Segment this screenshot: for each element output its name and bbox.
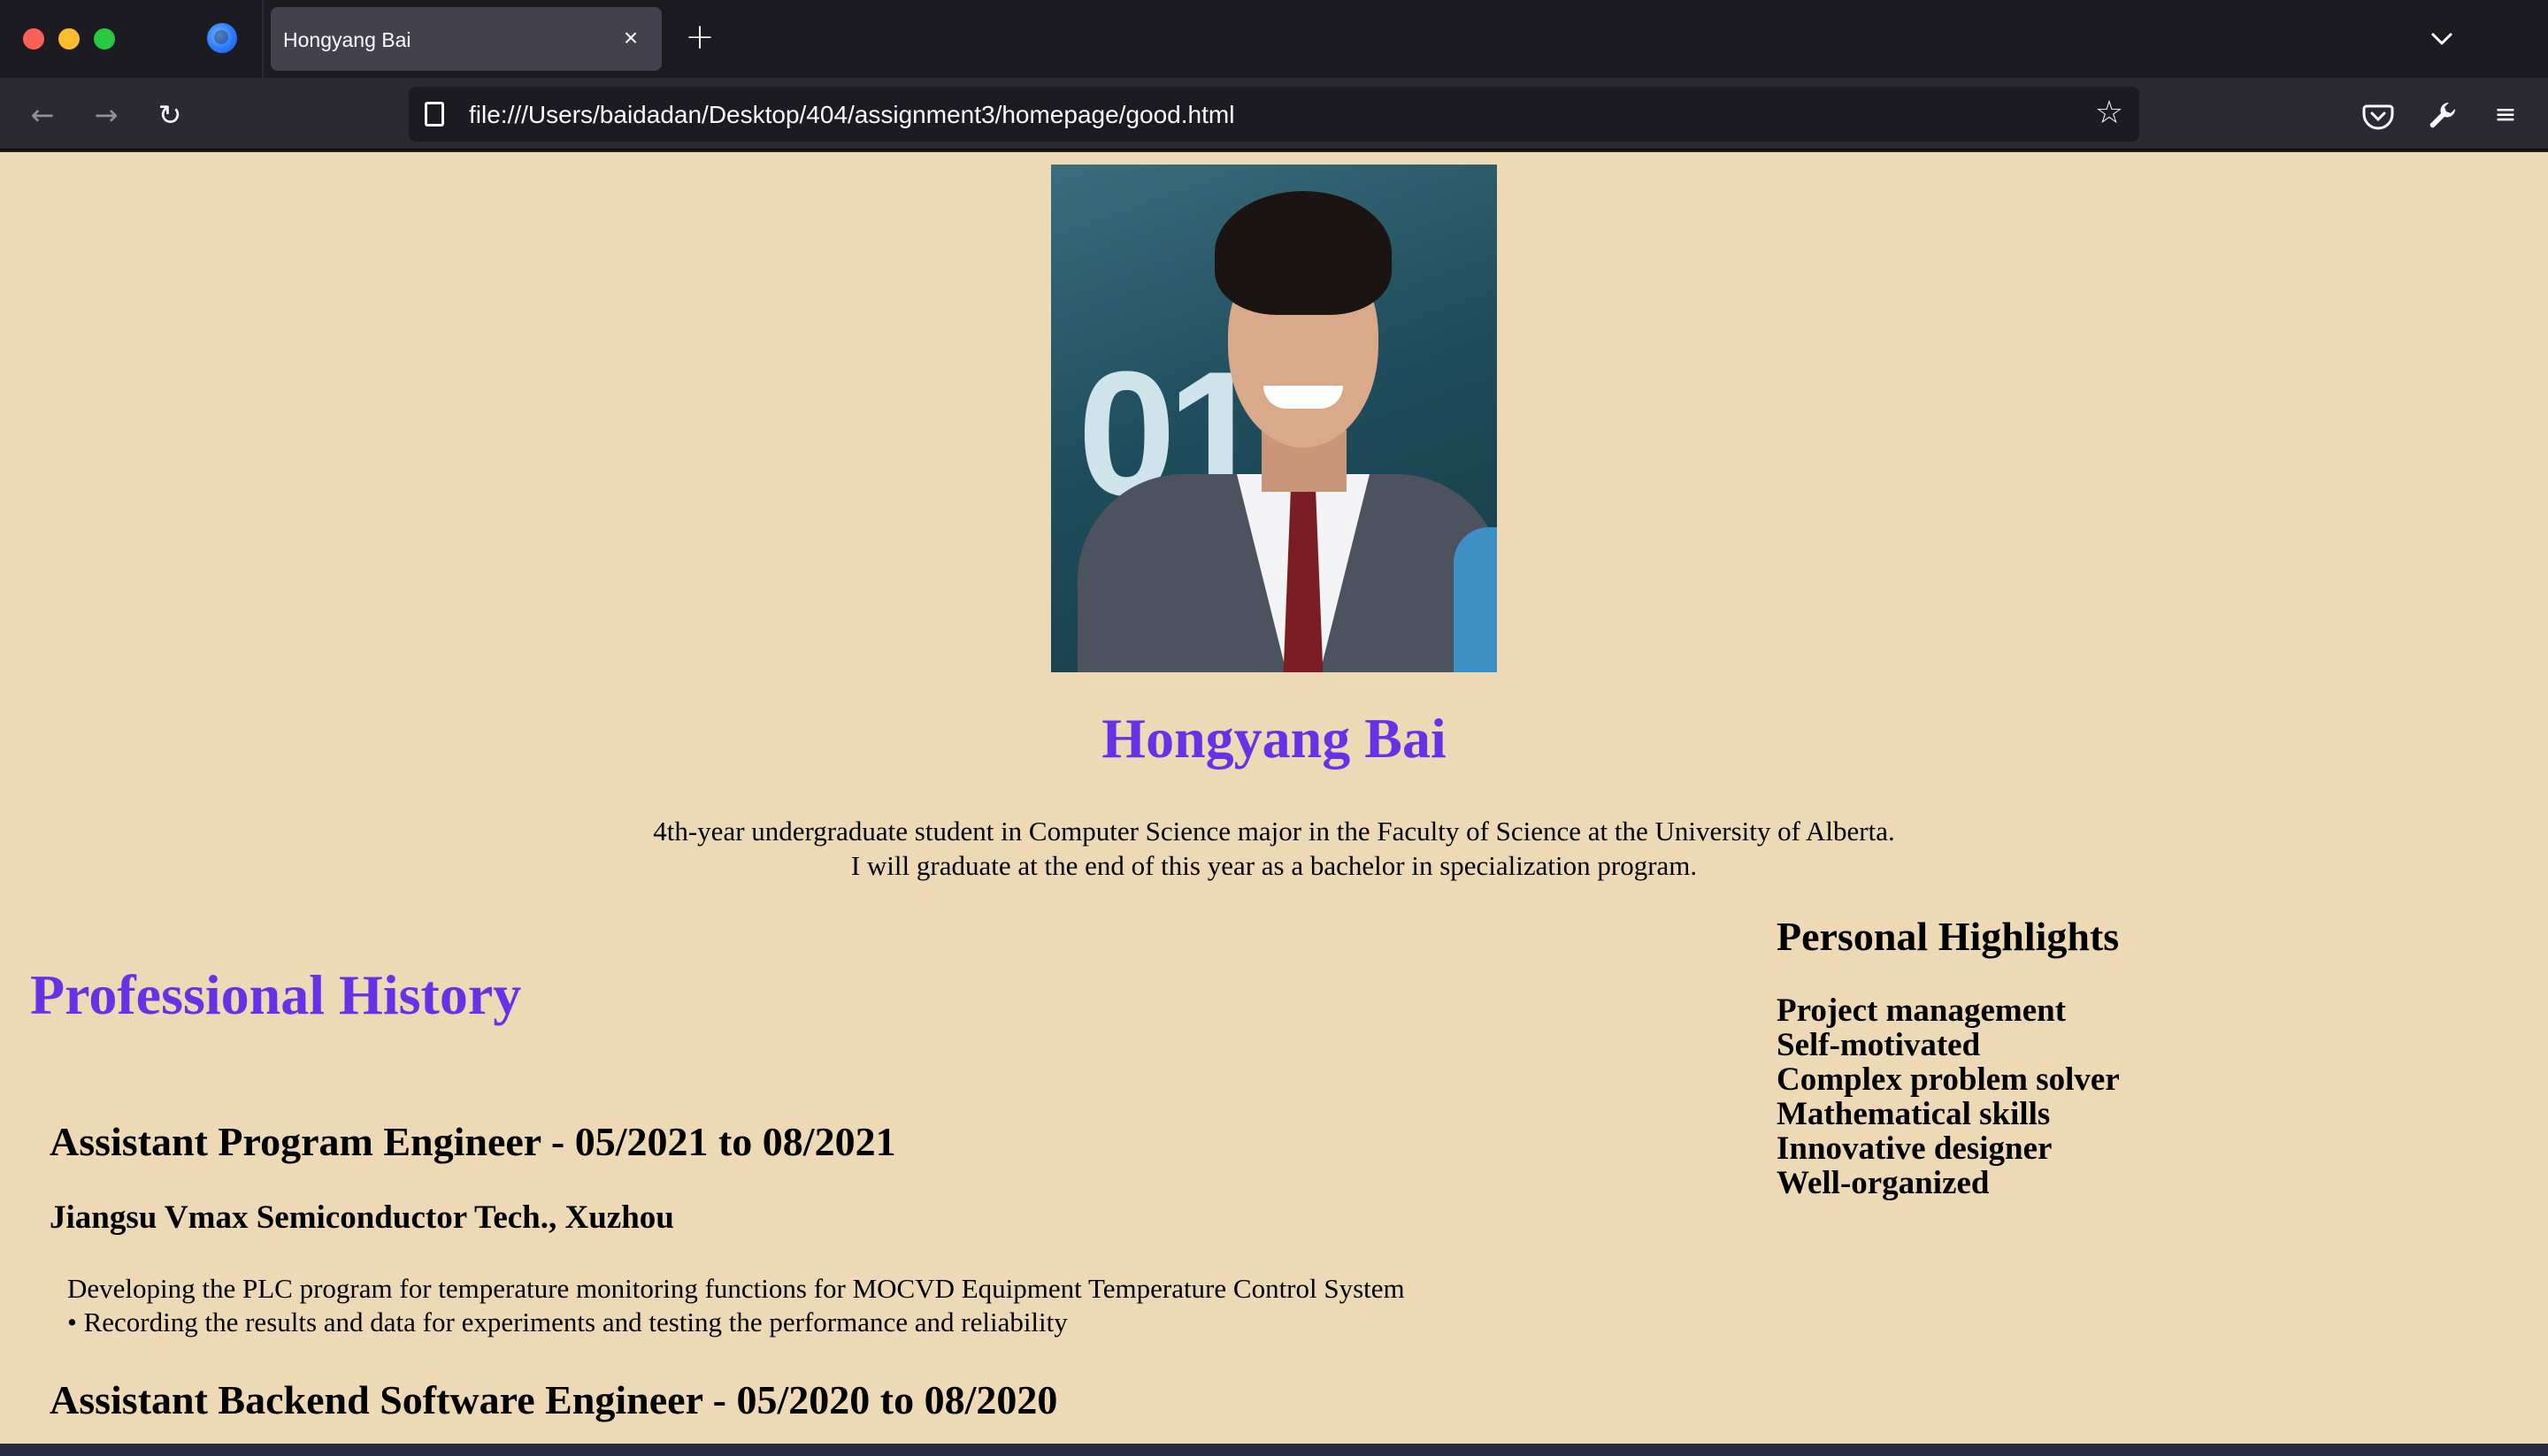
- highlight-item: Innovative designer: [1777, 1130, 2053, 1167]
- profile-photo: 01: [1051, 165, 1497, 672]
- window-bottom-edge: [0, 1444, 2548, 1456]
- job-description-line: • Recording the results and data for exp…: [67, 1307, 1068, 1337]
- pocket-icon[interactable]: [2359, 96, 2398, 134]
- forward-button[interactable]: →: [87, 96, 126, 134]
- new-tab-button[interactable]: +: [683, 19, 717, 55]
- highlights-list: Project management Self-motivated Comple…: [1777, 993, 2484, 1200]
- url-bar[interactable]: file:///Users/baidadan/Desktop/404/assig…: [409, 87, 2139, 142]
- url-input[interactable]: file:///Users/baidadan/Desktop/404/assig…: [469, 101, 1234, 129]
- page-content: 01 Hongyang Bai 4th-year undergraduate s…: [0, 152, 2548, 1444]
- highlight-item: Complex problem solver: [1777, 1061, 2120, 1098]
- tab-bar: Hongyang Bai × +: [0, 0, 2548, 78]
- tab-hongyang-bai[interactable]: Hongyang Bai ×: [271, 7, 662, 71]
- job-title: Assistant Program Engineer - 05/2021 to …: [50, 1119, 896, 1164]
- minimize-window-button[interactable]: [58, 28, 80, 50]
- job-description-line: Developing the PLC program for temperatu…: [67, 1273, 1405, 1304]
- highlight-item: Mathematical skills: [1777, 1096, 2051, 1132]
- intro-line: I will graduate at the end of this year …: [850, 850, 1698, 881]
- reload-button[interactable]: ↻: [150, 96, 189, 134]
- professional-history-title: Professional History: [30, 963, 522, 1026]
- bookmark-star-icon[interactable]: ☆: [2091, 96, 2127, 131]
- wrench-icon[interactable]: [2422, 96, 2461, 134]
- intro-text: 4th-year undergraduate student in Comput…: [0, 814, 2548, 883]
- hamburger-menu-icon[interactable]: ≡: [2486, 96, 2525, 134]
- chevron-down-icon[interactable]: [2424, 21, 2460, 57]
- photo-smile: [1263, 386, 1343, 409]
- highlight-item: Project management: [1777, 992, 2067, 1029]
- intro-line: 4th-year undergraduate student in Comput…: [653, 816, 1895, 847]
- close-window-button[interactable]: [23, 28, 44, 50]
- page-title: Hongyang Bai: [1101, 707, 1447, 770]
- job-entry: Assistant Backend Software Engineer - 05…: [50, 1376, 1819, 1423]
- navigation-toolbar: ← → ↻ file:///Users/baidadan/Desktop/404…: [0, 78, 2548, 150]
- job-description: Developing the PLC program for temperatu…: [50, 1272, 1819, 1339]
- back-button[interactable]: ←: [23, 96, 62, 134]
- highlight-item: Self-motivated: [1777, 1027, 1981, 1063]
- job-title: Assistant Backend Software Engineer - 05…: [50, 1377, 1058, 1422]
- tab-title: Hongyang Bai: [283, 28, 411, 51]
- firefox-view-icon[interactable]: [207, 23, 237, 53]
- maximize-window-button[interactable]: [94, 28, 115, 50]
- photo-shoulder: [1454, 527, 1497, 672]
- close-icon[interactable]: ×: [616, 23, 646, 53]
- page-icon: [425, 102, 444, 126]
- highlights-title: Personal Highlights: [1777, 914, 2120, 959]
- personal-highlights: Personal Highlights Project management S…: [1777, 913, 2484, 1200]
- job-entry: Assistant Program Engineer - 05/2021 to …: [50, 1118, 1819, 1339]
- highlight-item: Well-organized: [1777, 1165, 1990, 1201]
- tab-separator: [262, 0, 264, 78]
- photo-hair: [1215, 191, 1392, 315]
- job-company: Jiangsu Vmax Semiconductor Tech., Xuzhou: [50, 1199, 674, 1236]
